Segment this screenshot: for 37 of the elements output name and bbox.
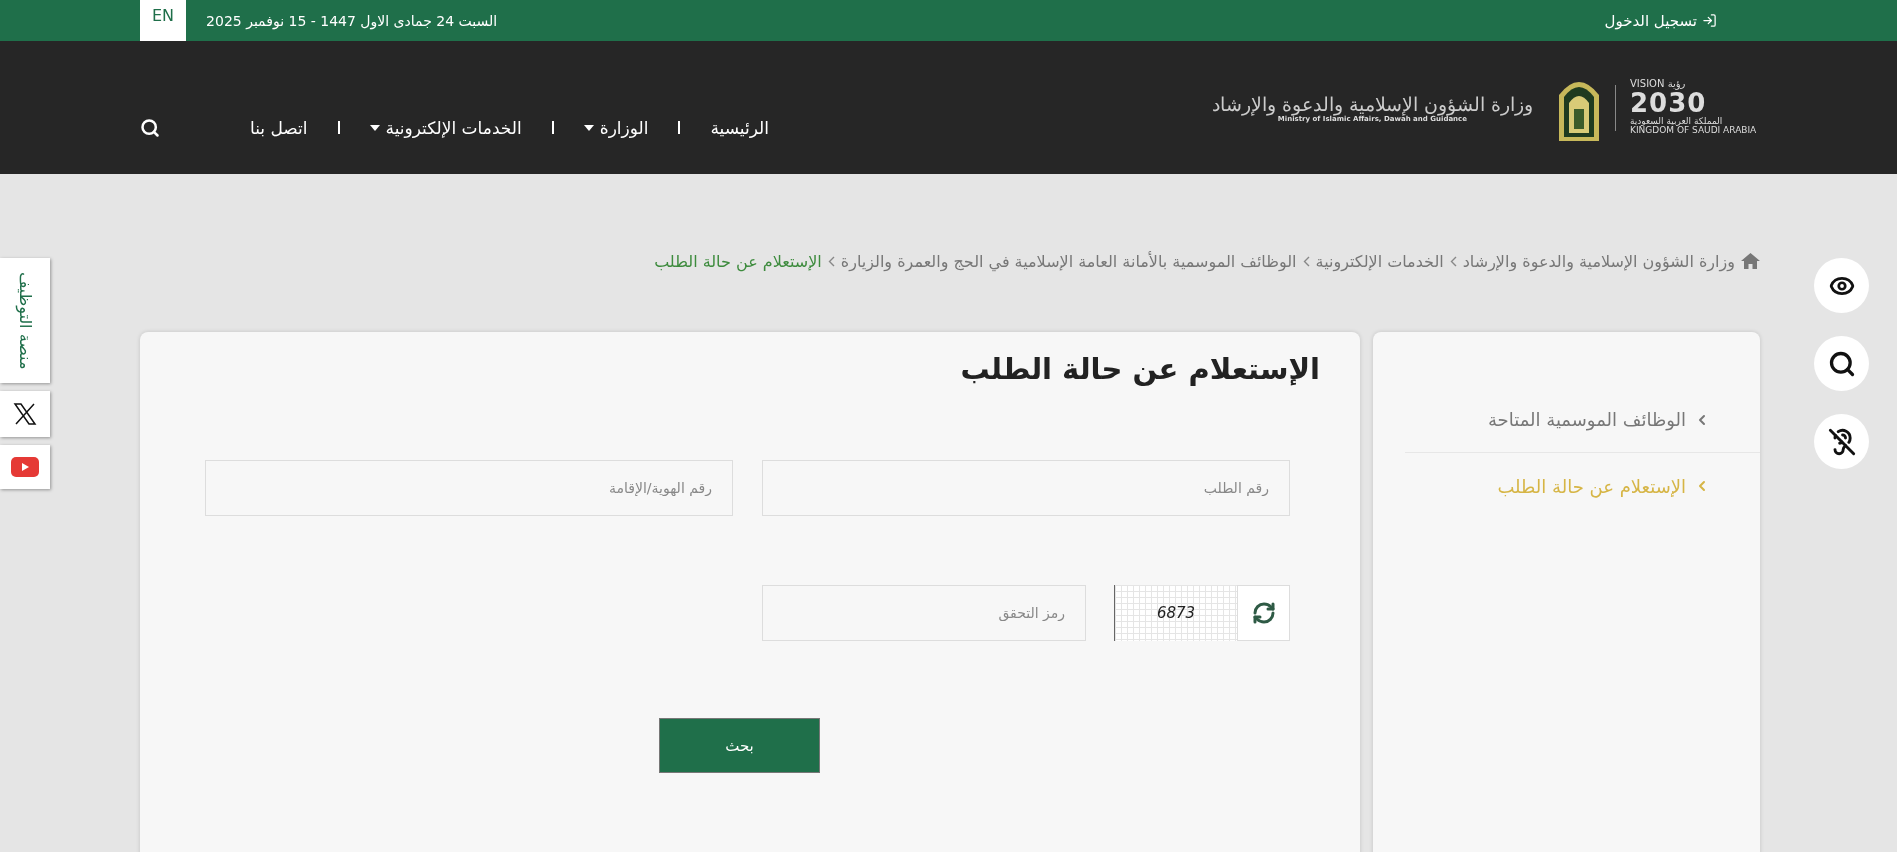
search-submit-button[interactable]: بحث: [659, 718, 820, 773]
date-text: السبت 24 جمادى الاول 1447 - 15 نوفمبر 2025: [206, 12, 498, 29]
login-icon: [1702, 13, 1717, 28]
login-link[interactable]: تسجيل الدخول: [1604, 11, 1717, 30]
refresh-captcha-button[interactable]: [1237, 585, 1290, 641]
x-link[interactable]: [0, 391, 50, 438]
home-icon[interactable]: [1741, 253, 1760, 269]
language-link[interactable]: EN: [140, 0, 187, 41]
chevron-icon: [1302, 255, 1310, 267]
caret-icon: [369, 124, 380, 131]
breadcrumb-link[interactable]: وزارة الشؤون الإسلامية والدعوة والإرشاد: [1462, 251, 1735, 271]
ministry-name: وزارة الشؤون الإسلامية والدعوة والإرشاد: [1211, 92, 1533, 115]
input-field[interactable]: رقم الهوية/الإقامة: [205, 460, 733, 516]
search-icon: [1827, 349, 1856, 378]
x-logo-icon: [13, 402, 37, 427]
ear-off-icon: [1827, 427, 1856, 456]
captcha-image: 6873: [1114, 585, 1237, 641]
search-button[interactable]: [140, 117, 160, 138]
nav-link[interactable]: اتصل بنا: [250, 117, 308, 138]
form-title: الإستعلام عن حالة الطلب: [959, 352, 1320, 388]
refresh-icon: [1251, 601, 1276, 625]
employment-platform-tab[interactable]: منصة التوظيف: [0, 258, 50, 384]
youtube-link[interactable]: [0, 445, 50, 490]
youtube-icon: [11, 457, 39, 478]
search-icon: [140, 117, 160, 138]
breadcrumb-link[interactable]: الإستعلام عن حالة الطلب: [654, 251, 822, 271]
nav-link[interactable]: الخدمات الإلكترونية: [369, 117, 522, 138]
captcha-field[interactable]: رمز التحقق: [762, 585, 1086, 641]
chevron-icon: [827, 255, 835, 267]
breadcrumb-link[interactable]: الوظائف الموسمية بالأمانة العامة الإسلامية في الحج والعمرة والزيارة: [840, 251, 1297, 271]
sidebar-item[interactable]: الوظائف الموسمية المتاحة: [1405, 387, 1760, 453]
nav-link[interactable]: الوزارة: [583, 117, 649, 138]
breadcrumb-link[interactable]: الخدمات الإلكترونية: [1315, 251, 1444, 271]
chevron-icon: [1449, 255, 1457, 267]
caret-icon: [583, 124, 594, 131]
input-field[interactable]: رقم الطلب: [762, 460, 1290, 516]
nav-link[interactable]: الرئيسية: [710, 117, 769, 138]
